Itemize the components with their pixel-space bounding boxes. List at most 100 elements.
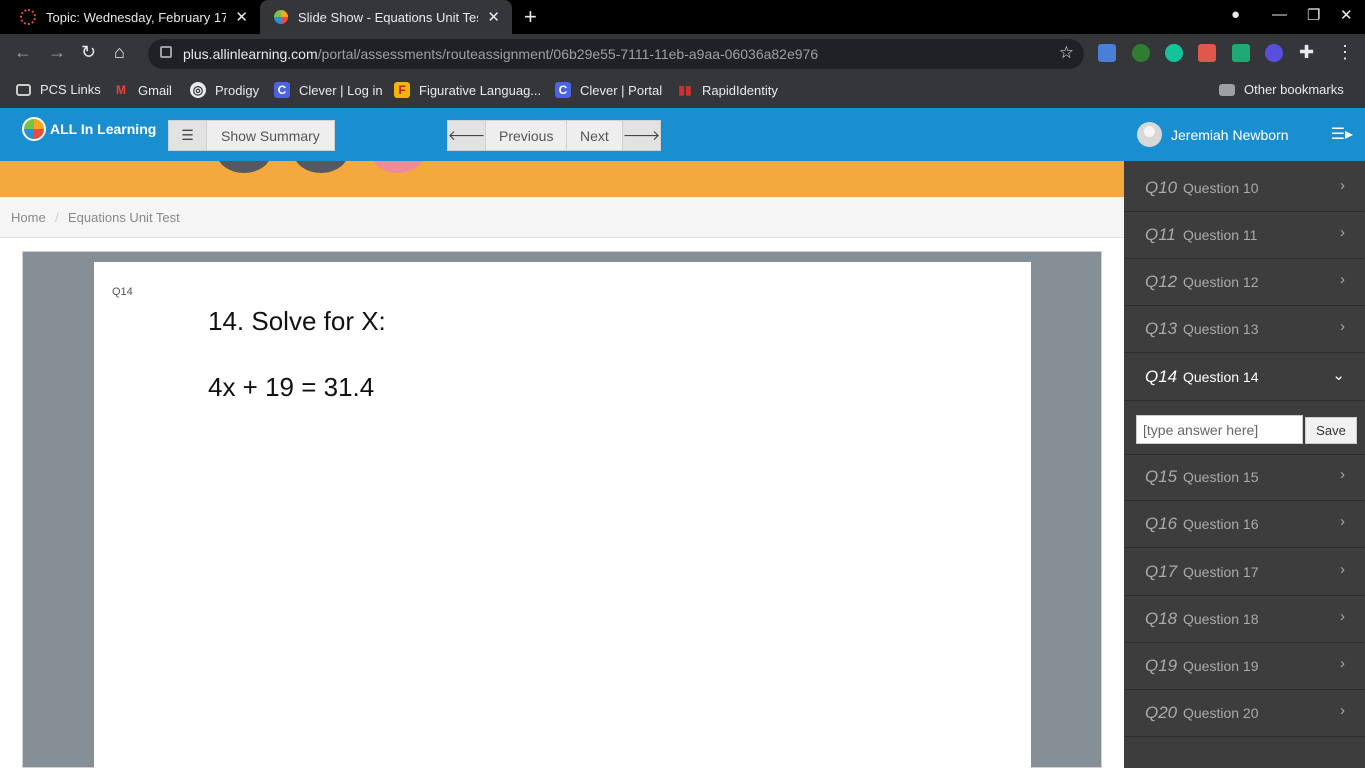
- question-number: Q19: [1145, 656, 1178, 675]
- sidebar-item-q10[interactable]: Q10 Question 10 ›: [1124, 165, 1365, 212]
- sidebar-item-q14[interactable]: Q14 Question 14 ⌄: [1124, 354, 1365, 401]
- sidebar-item-q17[interactable]: Q17 Question 17 ›: [1124, 549, 1365, 596]
- browser-tab[interactable]: Topic: Wednesday, February 17, 2 ✕: [8, 0, 260, 34]
- breadcrumb: Home / Equations Unit Test: [0, 197, 1124, 238]
- previous-button[interactable]: 🡐 Previous: [447, 120, 567, 151]
- browser-toolbar: ← → ↻ ⌂ plus.allinlearning.com/portal/as…: [0, 34, 1365, 74]
- restore-icon[interactable]: ❐: [1307, 6, 1320, 24]
- figurative-icon: F: [394, 82, 410, 98]
- question-title: 14. Solve for X:: [208, 306, 386, 336]
- question-number: Q17: [1145, 562, 1178, 581]
- breadcrumb-home[interactable]: Home: [11, 210, 46, 225]
- arrow-left-icon: 🡐: [448, 121, 486, 150]
- sidebar-item-q13[interactable]: Q13 Question 13 ›: [1124, 306, 1365, 353]
- loading-icon: [20, 9, 36, 25]
- question-label: Question 13: [1183, 321, 1259, 337]
- bookmark-rapididentity[interactable]: ▮▮ RapidIdentity: [677, 82, 778, 98]
- question-number: Q10: [1145, 178, 1178, 197]
- bookmark-gmail[interactable]: M Gmail: [113, 82, 172, 98]
- bookmark-pcs-links[interactable]: PCS Links: [16, 82, 101, 97]
- extensions-puzzle-icon[interactable]: ✚: [1299, 42, 1314, 63]
- browser-tab-active[interactable]: Slide Show - Equations Unit Test ✕: [260, 0, 512, 34]
- avatar: [1137, 122, 1162, 147]
- grammarly-icon[interactable]: [1165, 44, 1183, 62]
- app-logo[interactable]: ALL In Learning: [22, 117, 156, 141]
- url-text[interactable]: plus.allinlearning.com/portal/assessment…: [183, 46, 818, 62]
- question-label: Question 12: [1183, 274, 1259, 290]
- question-label: Question 10: [1183, 180, 1259, 196]
- question-sidebar: Q10 Question 10 › Q11 Question 11 › Q12 Questio…: [1124, 161, 1365, 768]
- question-number: Q14: [1145, 367, 1178, 386]
- question-label: Question 15: [1183, 469, 1259, 485]
- question-number: Q15: [1145, 467, 1178, 486]
- question-label: Question 18: [1183, 611, 1259, 627]
- sidebar-item-q15[interactable]: Q15 Question 15 ›: [1124, 454, 1365, 501]
- sidebar-item-q18[interactable]: Q18 Question 18 ›: [1124, 596, 1365, 643]
- breadcrumb-current: Equations Unit Test: [68, 210, 180, 225]
- new-tab-icon[interactable]: +: [524, 4, 537, 30]
- sidebar-item-q16[interactable]: Q16 Question 16 ›: [1124, 501, 1365, 548]
- bookmark-clever-portal[interactable]: C Clever | Portal: [555, 82, 662, 98]
- extension-icon[interactable]: [1132, 44, 1150, 62]
- user-menu[interactable]: Jeremiah Newborn: [1137, 122, 1289, 147]
- sidebar-item-q20[interactable]: Q20 Question 20 ›: [1124, 690, 1365, 737]
- hamburger-menu-icon[interactable]: ☰▸: [1331, 124, 1353, 144]
- chrome-menu-icon[interactable]: ⋮: [1336, 42, 1354, 63]
- tab-title: Slide Show - Equations Unit Test: [298, 9, 478, 25]
- question-number: Q16: [1145, 514, 1178, 533]
- chevron-right-icon: ›: [1340, 702, 1345, 719]
- slide-page: Q14 14. Solve for X: 4x + 19 = 31.4: [94, 262, 1031, 769]
- chevron-right-icon: ›: [1340, 177, 1345, 194]
- extension-icon[interactable]: [1232, 44, 1250, 62]
- show-summary-button[interactable]: ☰ Show Summary: [168, 120, 335, 151]
- question-number: Q20: [1145, 703, 1178, 722]
- site-info-icon[interactable]: [160, 46, 172, 58]
- home-icon[interactable]: ⌂: [114, 42, 125, 63]
- question-number: Q13: [1145, 319, 1178, 338]
- chevron-right-icon: ›: [1340, 318, 1345, 335]
- question-number: Q11: [1145, 225, 1176, 244]
- question-label: Question 17: [1183, 564, 1259, 580]
- close-icon[interactable]: ✕: [487, 8, 500, 26]
- question-number: Q18: [1145, 609, 1178, 628]
- sidebar-item-q19[interactable]: Q19 Question 19 ›: [1124, 643, 1365, 690]
- bookmark-prodigy[interactable]: ◎ Prodigy: [190, 82, 259, 98]
- bookmarks-bar: PCS Links M Gmail ◎ Prodigy C Clever | Log …: [0, 74, 1365, 108]
- app-header: ALL In Learning ☰ Show Summary 🡐 Previou…: [0, 108, 1365, 161]
- sidebar-item-q11[interactable]: Q11 Question 11 ›: [1124, 212, 1365, 259]
- browser-tab-strip: Topic: Wednesday, February 17, 2 ✕ Slide…: [0, 0, 1365, 34]
- gmail-icon: M: [116, 83, 126, 97]
- chevron-right-icon: ›: [1340, 608, 1345, 625]
- question-label: Question 20: [1183, 705, 1259, 721]
- profile-icon[interactable]: ●: [1231, 6, 1240, 23]
- address-bar[interactable]: plus.allinlearning.com/portal/assessment…: [148, 39, 1084, 69]
- bookmark-other[interactable]: Other bookmarks: [1219, 82, 1344, 97]
- banner-decoration: [217, 161, 271, 173]
- window-close-icon[interactable]: ✕: [1340, 6, 1353, 24]
- close-icon[interactable]: ✕: [235, 8, 248, 26]
- question-label: Question 19: [1183, 658, 1259, 674]
- list-icon: ☰: [169, 121, 207, 150]
- bookmark-clever-login[interactable]: C Clever | Log in: [274, 82, 383, 98]
- save-button[interactable]: Save: [1305, 417, 1357, 444]
- question-label: Question 16: [1183, 516, 1259, 532]
- rapididentity-icon: ▮▮: [678, 83, 692, 97]
- translate-extension-icon[interactable]: [1098, 44, 1116, 62]
- bookmark-star-icon[interactable]: ☆: [1059, 43, 1074, 63]
- forward-icon[interactable]: →: [48, 42, 66, 63]
- screencast-icon[interactable]: [1198, 44, 1216, 62]
- answer-row: Save: [1124, 403, 1365, 455]
- chevron-right-icon: ›: [1340, 561, 1345, 578]
- reload-icon[interactable]: ↻: [81, 42, 96, 63]
- back-icon[interactable]: ←: [14, 42, 32, 63]
- question-equation: 4x + 19 = 31.4: [208, 372, 375, 402]
- next-button[interactable]: Next 🡒: [566, 120, 661, 151]
- bookmark-figurative-language[interactable]: F Figurative Languag...: [394, 82, 541, 98]
- minimize-icon[interactable]: —: [1272, 6, 1287, 23]
- header-banner: [0, 161, 1124, 197]
- banner-decoration: [294, 161, 348, 173]
- extension-icon[interactable]: [1265, 44, 1283, 62]
- sidebar-item-q12[interactable]: Q12 Question 12 ›: [1124, 259, 1365, 306]
- chevron-right-icon: ›: [1340, 513, 1345, 530]
- answer-input[interactable]: [1136, 415, 1303, 444]
